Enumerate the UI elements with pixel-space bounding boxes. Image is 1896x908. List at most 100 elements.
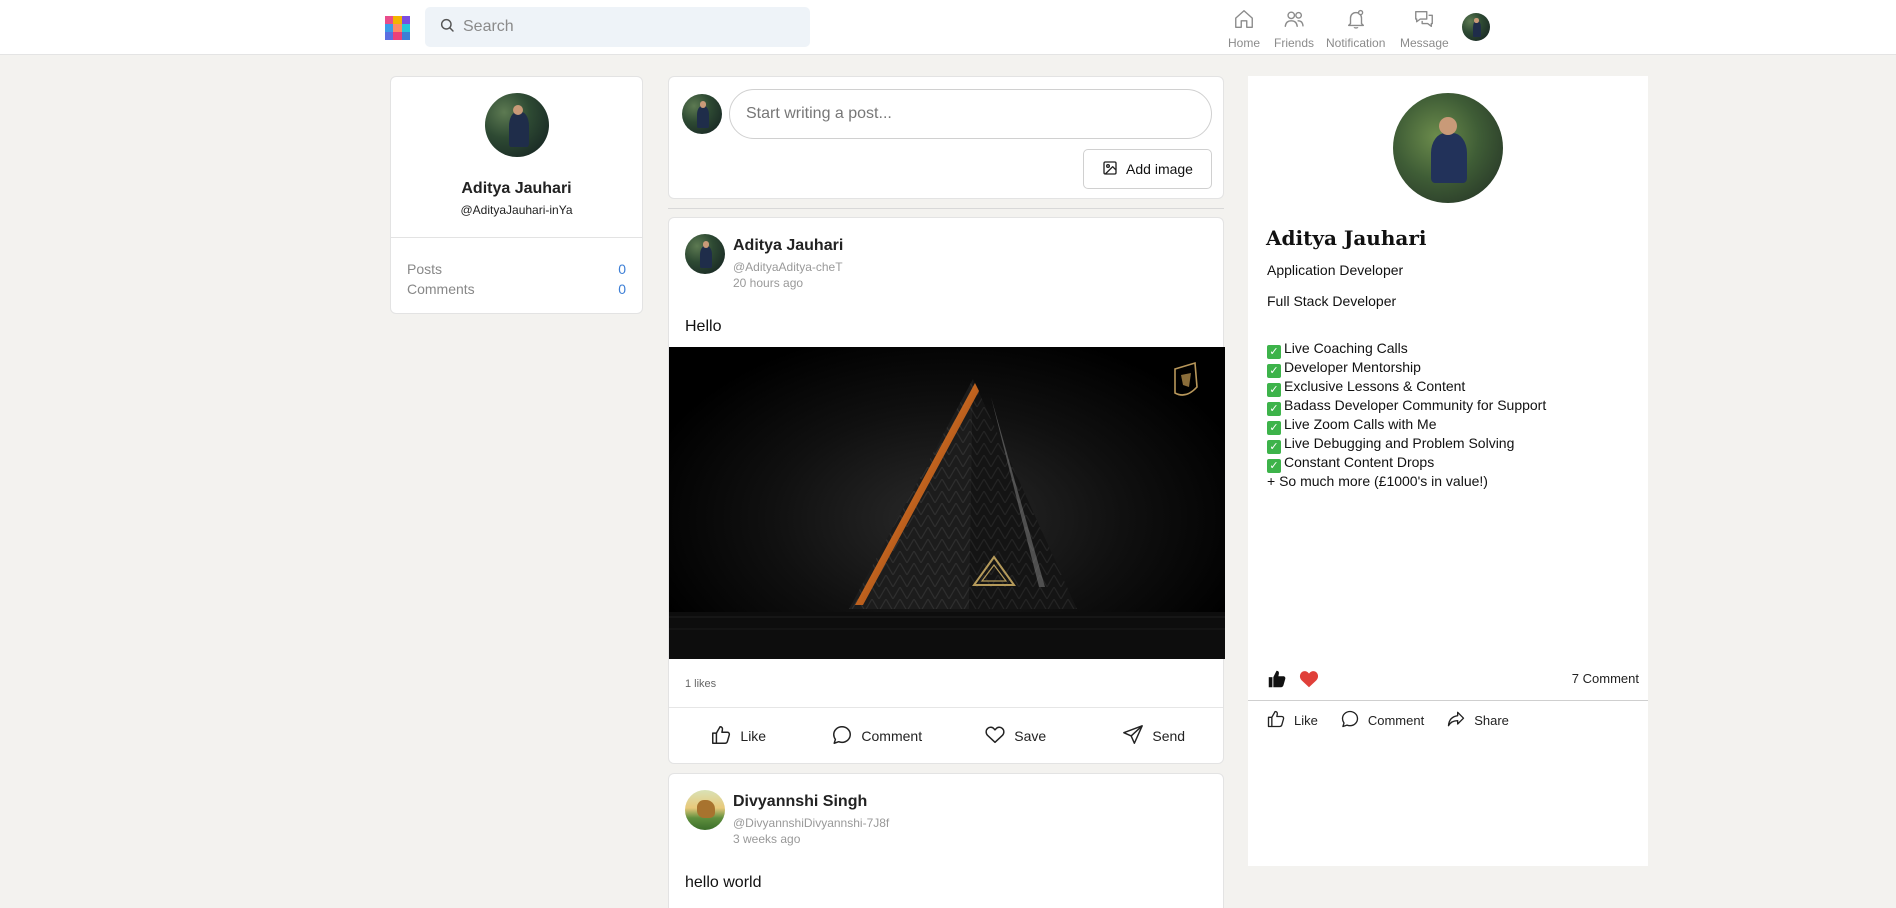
comment-icon xyxy=(1340,709,1368,732)
check-icon: ✓ xyxy=(1267,345,1281,359)
friends-icon xyxy=(1283,8,1305,36)
check-icon: ✓ xyxy=(1267,364,1281,378)
nav-message[interactable]: Message xyxy=(1400,8,1449,50)
featured-subtitle: Full Stack Developer xyxy=(1267,293,1397,309)
save-button[interactable]: Save xyxy=(946,724,1085,749)
reactions[interactable] xyxy=(1266,668,1330,695)
send-button[interactable]: Send xyxy=(1085,724,1224,749)
post-text: Hello xyxy=(685,318,722,335)
thumbs-up-icon xyxy=(1266,709,1294,732)
list-item: + So much more (£1000's in value!) xyxy=(1267,473,1546,490)
post-author-avatar[interactable] xyxy=(685,234,725,274)
featured-post-card: Aditya Jauhari Application Developer Ful… xyxy=(1248,76,1648,866)
posts-count: 0 xyxy=(618,261,626,277)
featured-actions: Like Comment Share xyxy=(1266,709,1531,732)
divider xyxy=(391,237,642,238)
list-item: ✓ Exclusive Lessons & Content xyxy=(1267,378,1546,397)
featured-benefits-list: ✓ Live Coaching Calls ✓ Developer Mentorsh… xyxy=(1267,340,1546,490)
nav-message-label: Message xyxy=(1400,36,1449,50)
comment-button[interactable]: Comment xyxy=(808,724,947,749)
check-icon: ✓ xyxy=(1267,421,1281,435)
divider xyxy=(1248,700,1648,701)
post-timestamp: 20 hours ago xyxy=(733,276,804,290)
comments-count: 0 xyxy=(618,281,626,297)
heart-icon xyxy=(984,724,1014,749)
share-label: Share xyxy=(1474,713,1509,728)
post-timestamp: 3 weeks ago xyxy=(733,832,801,846)
post-text: hello world xyxy=(685,874,762,891)
list-item-text: Live Zoom Calls with Me xyxy=(1284,416,1437,432)
post-card: Aditya Jauhari @AdityaAditya-cheT 20 hou… xyxy=(668,217,1225,764)
list-item-text: Live Debugging and Problem Solving xyxy=(1284,435,1515,451)
top-navbar: Home Friends Notification Message xyxy=(0,0,1896,55)
save-label: Save xyxy=(1014,728,1047,744)
search-icon xyxy=(439,17,455,38)
list-item-text: Live Coaching Calls xyxy=(1284,340,1408,356)
post-author-handle: @AdityaAditya-cheT xyxy=(733,260,843,274)
check-icon: ✓ xyxy=(1267,383,1281,397)
post-author-avatar[interactable] xyxy=(685,790,725,830)
nav-notification[interactable]: Notification xyxy=(1326,8,1385,50)
profile-avatar[interactable] xyxy=(485,93,549,157)
post-input[interactable]: Start writing a post... xyxy=(729,89,1212,139)
send-label: Send xyxy=(1152,728,1186,744)
post-card: Divyannshi Singh @DivyannshiDivyannshi-7… xyxy=(668,773,1224,908)
list-item-text: Constant Content Drops xyxy=(1284,454,1435,470)
nav-notification-label: Notification xyxy=(1326,36,1386,50)
profile-posts-stat[interactable]: Posts 0 xyxy=(407,261,626,277)
app-logo[interactable] xyxy=(385,16,410,40)
send-icon xyxy=(1122,724,1152,749)
nav-friends-label: Friends xyxy=(1274,36,1315,50)
like-label: Like xyxy=(740,728,767,744)
comment-button[interactable]: Comment xyxy=(1340,709,1424,732)
post-actions: Like Comment Save Send xyxy=(669,708,1223,764)
posts-label: Posts xyxy=(407,261,443,277)
list-item-text: + So much more (£1000's in value!) xyxy=(1267,473,1488,489)
share-icon xyxy=(1446,709,1474,732)
add-image-button[interactable]: Add image xyxy=(1083,149,1212,189)
featured-avatar[interactable] xyxy=(1393,93,1503,203)
add-image-label: Add image xyxy=(1126,161,1193,177)
comment-label: Comment xyxy=(1367,713,1425,728)
nav-friends[interactable]: Friends xyxy=(1274,8,1314,50)
check-icon: ✓ xyxy=(1267,440,1281,454)
profile-name[interactable]: Aditya Jauhari xyxy=(391,180,642,198)
comment-label: Comment xyxy=(861,728,923,744)
list-item: ✓ Live Debugging and Problem Solving xyxy=(1267,435,1546,454)
like-button[interactable]: Like xyxy=(1266,709,1318,732)
thumbs-up-icon xyxy=(1266,668,1298,695)
composer-avatar xyxy=(682,94,722,134)
post-author-name[interactable]: Aditya Jauhari xyxy=(733,237,843,255)
thumbs-up-icon xyxy=(710,724,740,749)
nav-home[interactable]: Home xyxy=(1228,8,1260,50)
image-icon xyxy=(1102,160,1126,179)
comment-icon xyxy=(831,724,861,749)
featured-name: Aditya Jauhari xyxy=(1266,226,1427,250)
like-button[interactable]: Like xyxy=(669,724,808,749)
featured-title: Application Developer xyxy=(1267,262,1404,278)
list-item-text: Exclusive Lessons & Content xyxy=(1284,378,1466,394)
search-bar[interactable] xyxy=(425,7,810,47)
profile-card: Aditya Jauhari @AdityaJauhari-inYa Posts… xyxy=(390,76,643,314)
message-icon xyxy=(1413,8,1435,36)
notification-icon xyxy=(1345,8,1367,36)
nav-home-label: Home xyxy=(1228,36,1261,50)
share-button[interactable]: Share xyxy=(1446,709,1509,732)
check-icon: ✓ xyxy=(1267,402,1281,416)
list-item-text: Developer Mentorship xyxy=(1284,359,1421,375)
list-item: ✓ Constant Content Drops xyxy=(1267,454,1546,473)
list-item: ✓ Live Zoom Calls with Me xyxy=(1267,416,1546,435)
heart-icon xyxy=(1298,668,1330,695)
post-author-name[interactable]: Divyannshi Singh xyxy=(733,793,867,811)
list-item: ✓ Live Coaching Calls xyxy=(1267,340,1546,359)
search-input[interactable] xyxy=(463,18,793,36)
profile-comments-stat[interactable]: Comments 0 xyxy=(407,281,626,297)
post-author-handle: @DivyannshiDivyannshi-7J8f xyxy=(733,816,890,830)
comments-count[interactable]: 7 Comment xyxy=(1572,671,1639,686)
list-item: ✓ Badass Developer Community for Support xyxy=(1267,397,1546,416)
list-item: ✓ Developer Mentorship xyxy=(1267,359,1546,378)
check-icon: ✓ xyxy=(1267,459,1281,473)
user-avatar[interactable] xyxy=(1462,13,1490,41)
post-image[interactable] xyxy=(669,347,1225,659)
likes-count[interactable]: 1 likes xyxy=(685,678,716,690)
